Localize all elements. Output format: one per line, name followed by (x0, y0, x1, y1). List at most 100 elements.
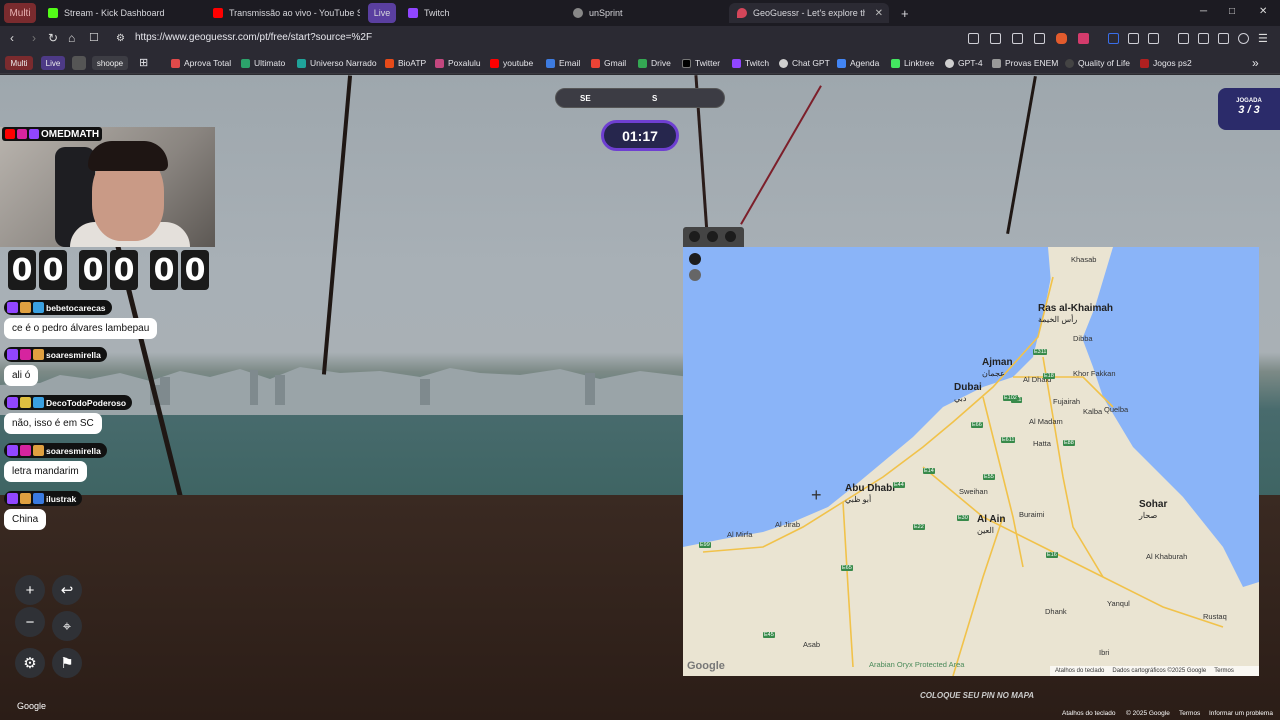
bookmark-quality-of-life[interactable]: Quality of Life (1065, 58, 1130, 68)
bookmark-label: Gmail (604, 58, 627, 68)
vpn-icon[interactable] (1108, 33, 1119, 44)
compass-direction: SE (580, 94, 591, 103)
map-pin-icon[interactable] (707, 231, 718, 242)
back-icon[interactable]: ‹ (10, 31, 14, 45)
terms-link[interactable]: Termos (1179, 710, 1200, 717)
sidebar-icon[interactable] (1148, 33, 1159, 44)
zoom-in-button[interactable]: + (15, 575, 45, 605)
report-problem-link[interactable]: Informar um problema (1209, 710, 1273, 717)
return-to-start-icon[interactable]: ⌖ (52, 611, 82, 641)
bookmark-pill-multi[interactable]: Multi (5, 56, 33, 70)
kick-icon (48, 8, 58, 18)
bookmark-gpt4[interactable]: GPT-4 (945, 58, 983, 68)
bookmark-provas-enem[interactable]: Provas ENEM (992, 58, 1058, 68)
undo-move-icon[interactable]: ↩ (52, 575, 82, 605)
maximize-icon[interactable]: □ (1229, 6, 1235, 17)
tab-geoguessr[interactable]: GeoGuessr - Let's explore the world! ✕ (729, 3, 889, 23)
bookmark-label: Twitter (695, 58, 721, 68)
bookmark-universo-narrado[interactable]: Universo Narrado (297, 58, 377, 68)
bookmark-icon (241, 58, 250, 68)
share-icon[interactable] (1034, 33, 1045, 44)
city-name: Sohar (1139, 499, 1168, 510)
shield-icon[interactable] (1238, 33, 1249, 44)
map-terms-link[interactable]: Termos (1214, 668, 1234, 674)
bookmark-chatgpt[interactable]: Chat GPT (779, 58, 830, 68)
apps-grid-icon[interactable]: ⊞ (139, 56, 148, 69)
guess-map[interactable]: Ras al-Khaimah رأس الخيمة Ajman عجمان Duba… (683, 247, 1259, 676)
new-tab-button[interactable]: + (893, 3, 913, 23)
bookmark-icon (945, 58, 954, 68)
bookmark-poxalulu[interactable]: Poxalulu (435, 58, 481, 68)
settings-icon[interactable]: ⚙ (15, 648, 45, 678)
shortcuts-link[interactable]: Atalhos do teclado (1062, 710, 1115, 717)
bookmark-pill-live[interactable]: Live (41, 56, 65, 70)
map-town: Al Jirab (775, 520, 801, 529)
site-settings-icon[interactable]: ⚙ (116, 33, 125, 44)
bookmark-gmail[interactable]: Gmail (591, 58, 626, 68)
close-window-icon[interactable]: ✕ (1259, 6, 1267, 17)
tab-live[interactable]: Live (368, 3, 396, 23)
bookmark-agenda[interactable]: Agenda (837, 58, 879, 68)
bookmark-bioatp[interactable]: BioATP (385, 58, 426, 68)
road-label: E66 (971, 422, 983, 428)
cast-icon[interactable] (1012, 33, 1023, 44)
multi-button[interactable]: Multi (4, 3, 36, 23)
map-shortcuts-link[interactable]: Atalhos do teclado (1055, 668, 1104, 674)
bookmark-aprova-total[interactable]: Aprova Total (171, 58, 231, 68)
menu-icon[interactable]: ☰ (1258, 32, 1268, 45)
bookmark-drive[interactable]: Drive (638, 58, 671, 68)
clock-digit: 0 (110, 250, 138, 290)
bookmark-icon (1140, 58, 1149, 68)
reload-icon[interactable]: ↻ (48, 31, 58, 45)
tab-unsprint[interactable]: unSprint (565, 3, 725, 23)
brave-rewards-icon[interactable] (1078, 33, 1089, 44)
flag-icon[interactable]: ⚑ (52, 648, 82, 678)
bookmark-linktree[interactable]: Linktree (891, 58, 934, 68)
zoom-out-button[interactable]: − (15, 607, 45, 637)
chat-message: bebetocarecas ce é o pedro álvares lambe… (4, 300, 158, 339)
tab-kick[interactable]: Stream - Kick Dashboard (40, 3, 200, 23)
forward-icon[interactable]: › (32, 31, 36, 45)
map-google-logo: Google (687, 660, 725, 672)
bookmark-icon (385, 58, 394, 68)
bookmark-label: Poxalulu (448, 58, 481, 68)
map-city: Abu Dhabi أبو ظبي (845, 483, 895, 505)
extension-icon[interactable] (968, 33, 979, 44)
close-tab-icon[interactable]: ✕ (875, 8, 883, 19)
map-town: Dhank (1045, 607, 1067, 616)
tab-twitch[interactable]: Twitch (400, 3, 560, 23)
bookmark-email[interactable]: Email (546, 58, 580, 68)
tab-label: Live (373, 8, 391, 18)
road-label: E611 (1001, 437, 1016, 443)
bookmark-jogos-ps2[interactable]: Jogos ps2 (1140, 58, 1192, 68)
chat-username: soaresmirella (4, 443, 107, 458)
wallet-icon[interactable] (1198, 33, 1209, 44)
bookmark-ultimato[interactable]: Ultimato (241, 58, 285, 68)
url-input[interactable]: https://www.geoguessr.com/pt/free/start?… (135, 32, 372, 43)
map-expand-icon[interactable] (725, 231, 736, 242)
clock-digit: 0 (79, 250, 107, 290)
puzzle-icon[interactable] (1128, 33, 1139, 44)
panel-icon[interactable] (1178, 33, 1189, 44)
city-name: Al Ain (977, 514, 1006, 525)
map-shrink-icon[interactable] (689, 231, 700, 242)
brave-shield-icon[interactable] (1056, 33, 1067, 44)
bookmark-icon[interactable]: ☐ (89, 31, 99, 44)
home-icon[interactable]: ⌂ (68, 31, 75, 45)
bookmark-label: youtube (503, 58, 534, 68)
tab-youtube-studio[interactable]: Transmissão ao vivo - YouTube Studio (205, 3, 360, 23)
ai-icon[interactable] (1218, 33, 1229, 44)
bookmark-twitch[interactable]: Twitch (732, 58, 769, 68)
minimize-icon[interactable]: ─ (1200, 6, 1207, 17)
bookmark-youtube[interactable]: youtube (490, 58, 533, 68)
map-town: Khor Fakkan (1073, 369, 1116, 378)
egg-icon (20, 397, 31, 408)
map-town: Hatta (1033, 439, 1051, 448)
more-bookmarks-icon[interactable]: » (1252, 56, 1259, 70)
clock-digit: 0 (150, 250, 178, 290)
mute-icon[interactable] (990, 33, 1001, 44)
bookmark-twitter[interactable]: Twitter (682, 58, 720, 68)
bookmark-pill-shoope[interactable]: shoope (92, 56, 128, 70)
bookmark-pill-blank[interactable] (72, 56, 86, 70)
twitch-icon (7, 397, 18, 408)
